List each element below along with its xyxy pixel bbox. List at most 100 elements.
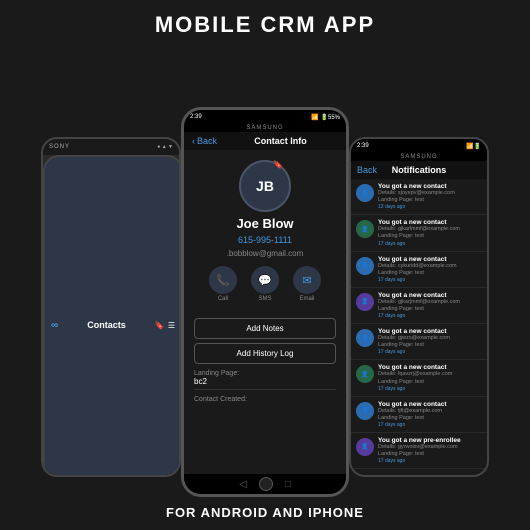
notif-detail: Details: gjkarjmmf@example.comLanding Pa… [378, 299, 482, 313]
list-item[interactable]: 👤 You got a new contact Details: tjft@ex… [351, 397, 487, 433]
back-nav-icon[interactable]: ◁ [239, 479, 247, 490]
add-history-button[interactable]: Add History Log [194, 343, 336, 364]
center-status-bar: 2:39 📶 🔋55% [184, 110, 346, 124]
notif-detail: Details: sjoyepv@example.comLanding Page… [378, 190, 482, 204]
phone-left: SONY ● ▲ ▼ ∞ Contacts 🔖 ☰ search contact… [41, 137, 181, 477]
notif-title: You got a new contact [378, 292, 482, 299]
notif-content: You got a new pre-enrollee Details: gyrw… [378, 437, 482, 464]
sms-button[interactable]: 💬 SMS [251, 266, 279, 302]
right-status-bar: 2:39 📶🔋 [351, 139, 487, 153]
center-nav-bar: ‹ Back Contact Info [184, 132, 346, 150]
back-button[interactable]: ‹ Back [192, 136, 217, 146]
list-item[interactable]: 👤 You got a new contact Details: cykurid… [351, 252, 487, 288]
add-notes-button[interactable]: Add Notes [194, 318, 336, 339]
center-nav-title: Contact Info [223, 136, 338, 146]
notif-time: 17 days ago [378, 349, 482, 355]
left-top-bar: SONY ● ▲ ▼ [43, 139, 179, 155]
email-icon: ✉ [293, 266, 321, 294]
contact-email: .bobblow@gmail.com [227, 249, 304, 258]
field-section: Landing Page: bc2 Contact Created: [184, 370, 346, 403]
notif-avatar: 👤 [356, 293, 374, 311]
notif-avatar: 👤 [356, 438, 374, 456]
notif-title: You got a new contact [378, 219, 482, 226]
sms-icon: 💬 [251, 266, 279, 294]
right-status-icons: 📶🔋 [466, 143, 481, 150]
left-app-title: Contacts [87, 320, 126, 330]
contact-name: Joe Blow [236, 216, 293, 231]
notif-detail: Details: gjkarlmmf@example.comLanding Pa… [378, 226, 482, 240]
phones-container: SONY ● ▲ ▼ ∞ Contacts 🔖 ☰ search contact… [0, 46, 530, 497]
right-samsung-brand: SAMSUNG [351, 153, 487, 161]
sony-logo: SONY [49, 144, 70, 150]
footer: FOR ANDROID AND IPHONE [166, 497, 364, 530]
notif-content: You got a new contact Details: gjwzs@exa… [378, 328, 482, 355]
center-actions: Add Notes Add History Log [184, 318, 346, 364]
notif-title: You got a new contact [378, 364, 482, 371]
call-icon: 📞 [209, 266, 237, 294]
list-item[interactable]: 👤 You got a new contact Details: gjkarjm… [351, 288, 487, 324]
notif-detail: Details: fqavzrj@example.comLanding Page… [378, 371, 482, 385]
notif-avatar: 👤 [356, 257, 374, 275]
notif-avatar: 👤 [356, 329, 374, 347]
notif-content: You got a new contact Details: cykuridd@… [378, 256, 482, 283]
list-item[interactable]: 👤 You got a new contact Details: gjwzs@e… [351, 324, 487, 360]
notif-title: You got a new contact [378, 183, 482, 190]
home-button[interactable] [259, 477, 273, 491]
notif-time: 17 days ago [378, 241, 482, 247]
list-item[interactable]: 👤 You got a new pre-enrollee Details: gy… [351, 433, 487, 469]
landing-page-label: Landing Page: [194, 370, 336, 377]
crm-logo-icon: ∞ [51, 320, 58, 331]
recent-nav-icon[interactable]: □ [285, 479, 291, 490]
phone-right: 2:39 📶🔋 SAMSUNG Back Notifications 👤 You… [349, 137, 489, 477]
notif-detail: Details: gjwzs@example.comLanding Page: … [378, 335, 482, 349]
contact-card: JB 🔖 Joe Blow 615-995-1111 .bobblow@gmai… [184, 150, 346, 312]
landing-page-value: bc2 [194, 377, 336, 390]
left-status-icons: ● ▲ ▼ [157, 144, 173, 150]
notif-title: You got a new contact [378, 401, 482, 408]
notif-content: You got a new contact Details: fqavzrj@e… [378, 364, 482, 391]
notif-avatar: 👤 [356, 220, 374, 238]
notif-title: You got a new contact [378, 256, 482, 263]
center-status-icons: 📶 🔋55% [311, 114, 340, 121]
notif-content: You got a new contact Details: sjoyepv@e… [378, 183, 482, 210]
footer-label: FOR ANDROID AND IPHONE [166, 505, 364, 520]
notif-title: You got a new pre-enrollee [378, 437, 482, 444]
status-time: 2:39 [190, 114, 202, 120]
notif-time: 12 days ago [378, 204, 482, 210]
call-button[interactable]: 📞 Call [209, 266, 237, 302]
notif-time: 17 days ago [378, 386, 482, 392]
phone-center: 2:39 📶 🔋55% SAMSUNG ‹ Back Contact Info … [181, 107, 349, 497]
notif-time: 17 days ago [378, 313, 482, 319]
bookmark-header-icon[interactable]: 🔖 [155, 321, 165, 330]
right-back-button[interactable]: Back [357, 165, 377, 175]
notif-content: You got a new contact Details: tjft@exam… [378, 401, 482, 428]
call-label: Call [218, 296, 228, 302]
center-home-bar: ◁ □ [184, 474, 346, 494]
notif-time: 17 days ago [378, 277, 482, 283]
list-item[interactable]: 👤 You got a new contact Details: fqavzrj… [351, 360, 487, 396]
menu-header-icon[interactable]: ☰ [168, 321, 175, 330]
sms-label: SMS [258, 296, 271, 302]
bookmark-icon: 🔖 [273, 160, 283, 169]
right-nav-title: Notifications [377, 165, 461, 175]
app-title: MOBILE CRM APP [155, 12, 375, 37]
contact-big-avatar: JB 🔖 [239, 160, 291, 212]
notif-content: You got a new contact Details: gjkarlmmf… [378, 219, 482, 246]
notif-time: 17 days ago [378, 422, 482, 428]
notif-detail: Details: cykuridd@example.comLanding Pag… [378, 263, 482, 277]
app-header: MOBILE CRM APP [0, 0, 530, 46]
notif-content: You got a new contact Details: gjkarjmmf… [378, 292, 482, 319]
contact-created-label: Contact Created: [194, 396, 336, 403]
contact-phone: 615-995-1111 [238, 235, 292, 245]
notif-detail: Details: tjft@example.comLanding Page: t… [378, 408, 482, 422]
list-item[interactable]: 👤 You got a new contact Details: gjkarlm… [351, 215, 487, 251]
right-status-time: 2:39 [357, 143, 369, 149]
right-nav-bar: Back Notifications [351, 161, 487, 179]
notif-detail: Details: gyrwoisv@example.comLanding Pag… [378, 444, 482, 458]
list-item[interactable]: 👤 You got a new contact Details: sjoyepv… [351, 179, 487, 215]
notif-time: 17 days ago [378, 458, 482, 464]
email-button[interactable]: ✉ Email [293, 266, 321, 302]
notif-title: You got a new contact [378, 328, 482, 335]
action-buttons: 📞 Call 💬 SMS ✉ Email [209, 266, 321, 302]
notif-avatar: 👤 [356, 184, 374, 202]
